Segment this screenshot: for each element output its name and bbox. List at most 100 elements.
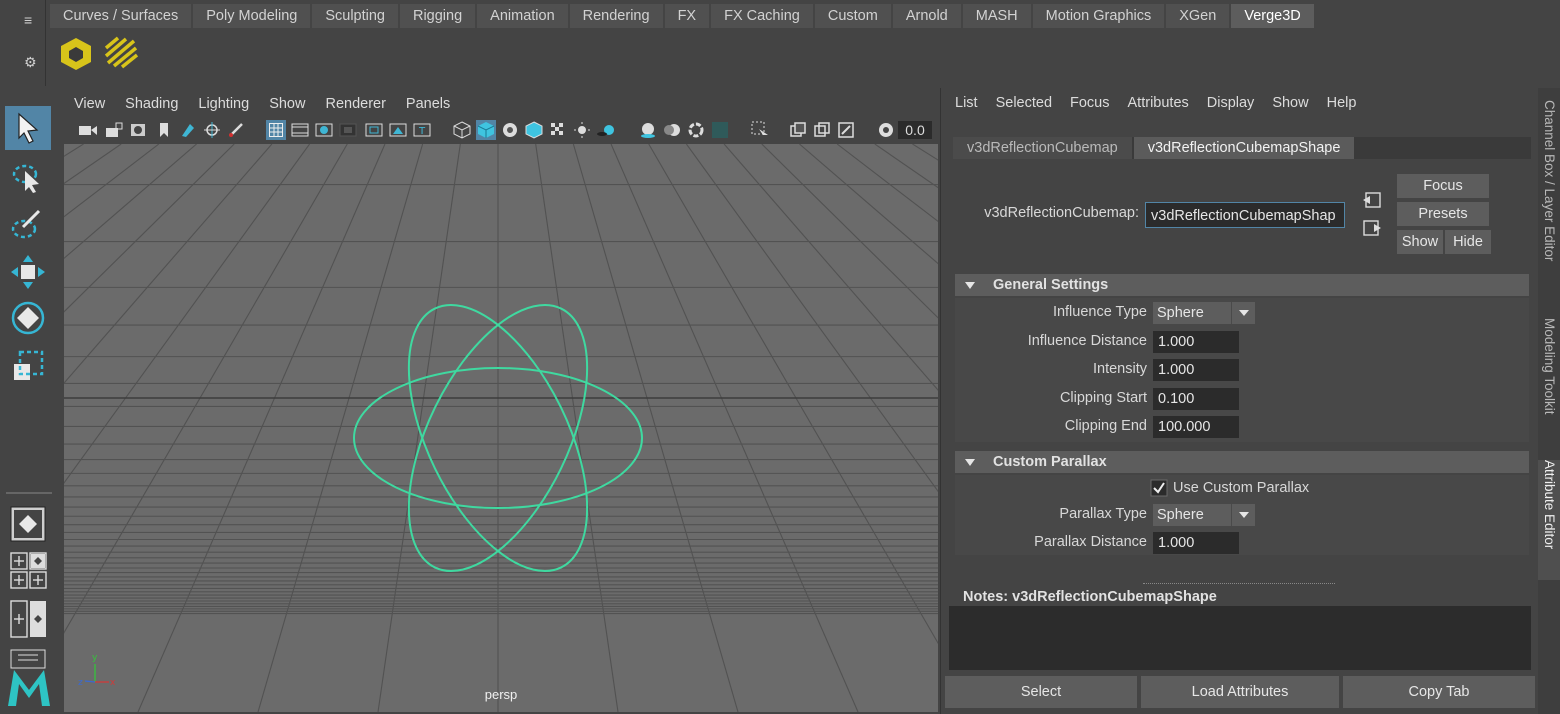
influence-type-select[interactable]: Sphere: [1153, 302, 1255, 324]
gate-mask-icon[interactable]: [338, 120, 358, 140]
ae-menu-focus[interactable]: Focus: [1070, 95, 1110, 111]
select-tool[interactable]: [5, 106, 51, 150]
load-attributes-button[interactable]: Load Attributes: [1141, 676, 1339, 708]
tab-v3d-reflection-cubemap-shape[interactable]: v3dReflectionCubemapShape: [1133, 137, 1355, 159]
resolution-gate-icon[interactable]: [314, 120, 334, 140]
shelf-tab-curves-surfaces[interactable]: Curves / Surfaces: [50, 4, 192, 28]
intensity-field[interactable]: 1.000: [1153, 359, 1239, 381]
side-tab-modeling-toolkit[interactable]: Modeling Toolkit: [1538, 318, 1560, 448]
ae-menu-show[interactable]: Show: [1272, 95, 1308, 111]
grease-pencil-icon[interactable]: [226, 120, 246, 140]
shelf-tab-verge3d[interactable]: Verge3D: [1231, 4, 1314, 28]
smooth-shade-cube-icon[interactable]: [476, 120, 496, 140]
notes-textarea[interactable]: [949, 606, 1531, 670]
default-material-icon[interactable]: [500, 120, 520, 140]
custom-parallax-header[interactable]: Custom Parallax: [955, 451, 1529, 473]
two-view-layout-icon[interactable]: [10, 600, 48, 638]
copy-tab-button[interactable]: Copy Tab: [1343, 676, 1535, 708]
shelf-tab-arnold[interactable]: Arnold: [892, 4, 961, 28]
show-button[interactable]: Show: [1397, 230, 1443, 254]
output-connection-icon[interactable]: [1361, 218, 1383, 240]
rotate-tool[interactable]: [5, 296, 51, 340]
menu-icon[interactable]: ≡: [24, 12, 32, 28]
influence-distance-field[interactable]: 1.000: [1153, 331, 1239, 353]
ae-menu-selected[interactable]: Selected: [996, 95, 1052, 111]
focus-button[interactable]: Focus: [1397, 174, 1489, 198]
input-connection-icon[interactable]: [1361, 190, 1383, 212]
outliner-layout-icon[interactable]: [10, 648, 48, 670]
ambient-occlusion-icon[interactable]: [638, 120, 658, 140]
isolate-select-icon[interactable]: [750, 120, 770, 140]
four-view-layout-icon[interactable]: [10, 552, 48, 590]
shelf-tab-sculpting[interactable]: Sculpting: [312, 4, 398, 28]
paint-select-tool[interactable]: [5, 202, 51, 246]
ae-menu-display[interactable]: Display: [1207, 95, 1255, 111]
select-button[interactable]: Select: [945, 676, 1137, 708]
parallax-distance-field[interactable]: 1.000: [1153, 532, 1239, 554]
clipping-end-field[interactable]: 100.000: [1153, 416, 1239, 438]
camera-attributes-icon[interactable]: [128, 120, 148, 140]
hide-button[interactable]: Hide: [1445, 230, 1491, 254]
wireframe-on-shaded-icon[interactable]: [524, 120, 544, 140]
side-tab-channel-box[interactable]: Channel Box / Layer Editor: [1538, 100, 1560, 310]
presets-button[interactable]: Presets: [1397, 202, 1489, 226]
shadows-icon[interactable]: [596, 120, 616, 140]
bookmark-icon[interactable]: [154, 120, 174, 140]
shelf-tab-custom[interactable]: Custom: [814, 4, 891, 28]
shelf-tab-poly-modeling[interactable]: Poly Modeling: [193, 4, 311, 28]
depth-of-field-icon[interactable]: [710, 120, 730, 140]
viewport-menu-show[interactable]: Show: [269, 96, 305, 112]
grid-toggle-icon[interactable]: [266, 120, 286, 140]
film-gate-icon[interactable]: [290, 120, 310, 140]
shelf-tab-rendering[interactable]: Rendering: [569, 4, 663, 28]
shelf-tab-fx[interactable]: FX: [664, 4, 710, 28]
shelf-tab-xgen[interactable]: XGen: [1166, 4, 1230, 28]
wireframe-cube-icon[interactable]: [452, 120, 472, 140]
hud-settings-icon[interactable]: [876, 120, 896, 140]
notes-splitter[interactable]: [1143, 583, 1335, 585]
gear-icon[interactable]: ⚙: [24, 54, 37, 71]
use-custom-parallax-checkbox[interactable]: [1150, 479, 1168, 497]
safe-action-icon[interactable]: [388, 120, 408, 140]
shelf-tab-motion-graphics[interactable]: Motion Graphics: [1032, 4, 1165, 28]
verge3d-stripes-icon[interactable]: [104, 36, 140, 72]
xray-icon[interactable]: [788, 120, 808, 140]
clipping-start-field[interactable]: 0.100: [1153, 388, 1239, 410]
viewport-value-field[interactable]: 0.0: [898, 121, 932, 139]
xray-joints-icon[interactable]: [836, 120, 856, 140]
parallax-type-select[interactable]: Sphere: [1153, 504, 1255, 526]
viewport-menu-panels[interactable]: Panels: [406, 96, 450, 112]
ae-menu-help[interactable]: Help: [1327, 95, 1357, 111]
node-name-field[interactable]: v3dReflectionCubemapShap: [1145, 202, 1345, 228]
safe-title-icon[interactable]: T: [412, 120, 432, 140]
tab-v3d-reflection-cubemap[interactable]: v3dReflectionCubemap: [953, 137, 1132, 159]
shelf-tab-fx-caching[interactable]: FX Caching: [711, 4, 813, 28]
shelf-tab-mash[interactable]: MASH: [962, 4, 1031, 28]
motion-blur-icon[interactable]: [662, 120, 682, 140]
lasso-tool[interactable]: [5, 156, 51, 200]
lock-camera-icon[interactable]: [104, 120, 124, 140]
camera-icon[interactable]: [78, 120, 98, 140]
side-tab-attribute-editor[interactable]: Attribute Editor: [1538, 460, 1560, 580]
viewport-menu-renderer[interactable]: Renderer: [325, 96, 385, 112]
move-tool[interactable]: [5, 250, 51, 294]
textured-icon[interactable]: [548, 120, 568, 140]
ae-menu-list[interactable]: List: [955, 95, 978, 111]
viewport-menu-shading[interactable]: Shading: [125, 96, 178, 112]
pivot-icon[interactable]: [202, 120, 222, 140]
scale-tool[interactable]: [5, 344, 51, 388]
ae-menu-attributes[interactable]: Attributes: [1128, 95, 1189, 111]
verge3d-cube-icon[interactable]: [58, 36, 94, 72]
lights-icon[interactable]: [572, 120, 592, 140]
viewport-canvas[interactable]: y x z persp: [64, 144, 938, 712]
single-view-layout-icon[interactable]: [10, 506, 46, 542]
field-chart-icon[interactable]: [364, 120, 384, 140]
shelf-tab-animation[interactable]: Animation: [477, 4, 568, 28]
anti-aliasing-icon[interactable]: [686, 120, 706, 140]
image-plane-icon[interactable]: [178, 120, 198, 140]
viewport-menu-lighting[interactable]: Lighting: [198, 96, 249, 112]
general-settings-header[interactable]: General Settings: [955, 274, 1529, 296]
viewport-menu-view[interactable]: View: [74, 96, 105, 112]
xray-active-icon[interactable]: [812, 120, 832, 140]
shelf-tab-rigging[interactable]: Rigging: [399, 4, 476, 28]
